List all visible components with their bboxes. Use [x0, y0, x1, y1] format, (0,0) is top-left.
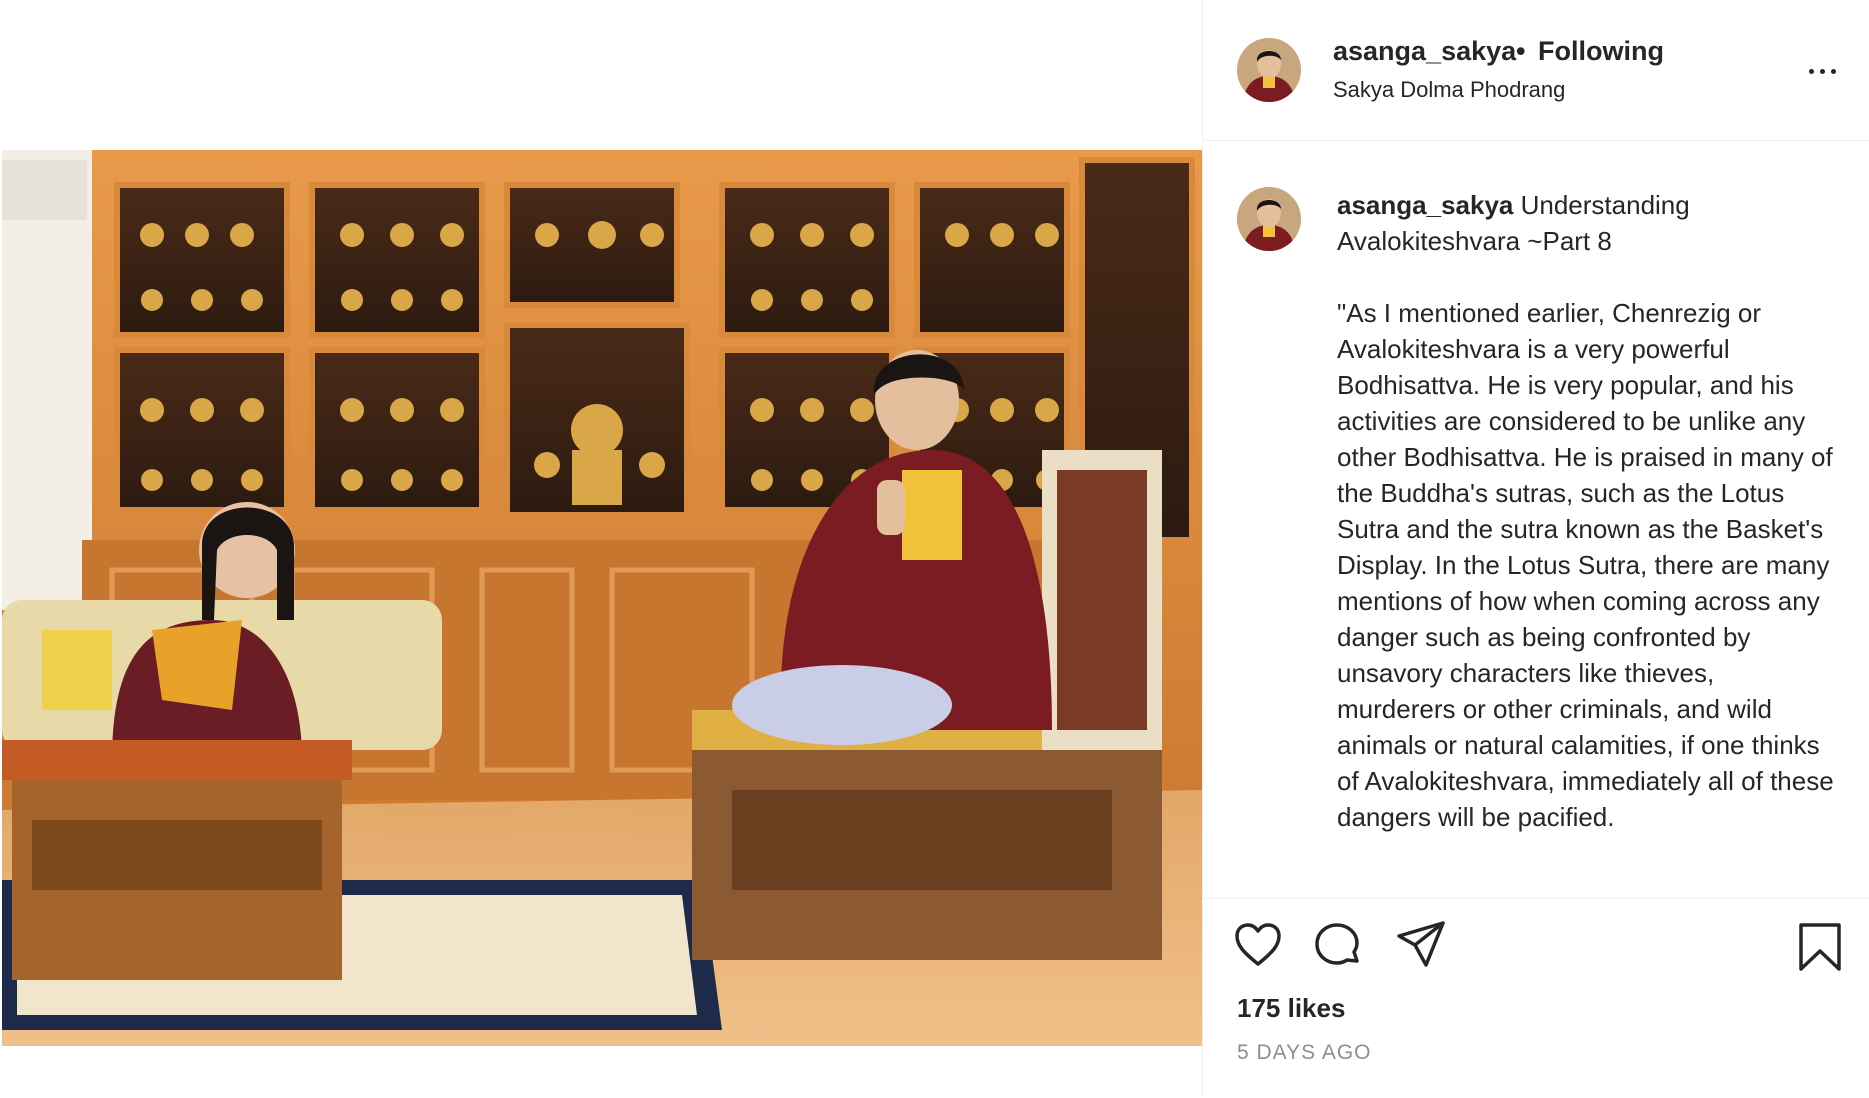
- avatar-image: [1237, 187, 1301, 251]
- post-actions: 175 likes 5 DAYS AGO: [1203, 898, 1869, 1098]
- post-media: [0, 0, 1202, 1097]
- post-timestamp[interactable]: 5 DAYS AGO: [1237, 1041, 1372, 1065]
- bookmark-icon[interactable]: [1797, 921, 1843, 973]
- share-icon[interactable]: [1395, 919, 1447, 969]
- more-dot: [1809, 69, 1814, 74]
- caption-username[interactable]: asanga_sakya: [1337, 190, 1513, 220]
- post-caption: asanga_sakya Understanding Avalokiteshva…: [1203, 141, 1869, 897]
- heart-icon[interactable]: [1233, 921, 1283, 971]
- caption-body: "As I mentioned earlier, Chenrezig or Av…: [1337, 298, 1834, 832]
- post-photo[interactable]: [2, 150, 1202, 1046]
- post-username[interactable]: asanga_sakya: [1333, 36, 1516, 67]
- post-sidebar: asanga_sakya • Following Sakya Dolma Pho…: [1202, 0, 1869, 1097]
- photo-illustration: [2, 150, 1202, 1046]
- more-dot: [1820, 69, 1825, 74]
- instagram-post-page: asanga_sakya • Following Sakya Dolma Pho…: [0, 0, 1869, 1097]
- avatar-image: [1237, 38, 1301, 102]
- post-location[interactable]: Sakya Dolma Phodrang: [1333, 77, 1565, 103]
- caption-text: asanga_sakya Understanding Avalokiteshva…: [1337, 187, 1837, 835]
- post-header: asanga_sakya • Following Sakya Dolma Pho…: [1203, 0, 1869, 141]
- more-options-icon[interactable]: [1803, 56, 1843, 86]
- more-dot: [1831, 69, 1836, 74]
- separator-dot: •: [1516, 36, 1526, 66]
- following-button[interactable]: Following: [1538, 36, 1664, 67]
- comment-icon[interactable]: [1313, 921, 1363, 971]
- likes-count[interactable]: 175 likes: [1237, 993, 1345, 1024]
- avatar[interactable]: [1237, 187, 1301, 251]
- avatar[interactable]: [1237, 38, 1301, 102]
